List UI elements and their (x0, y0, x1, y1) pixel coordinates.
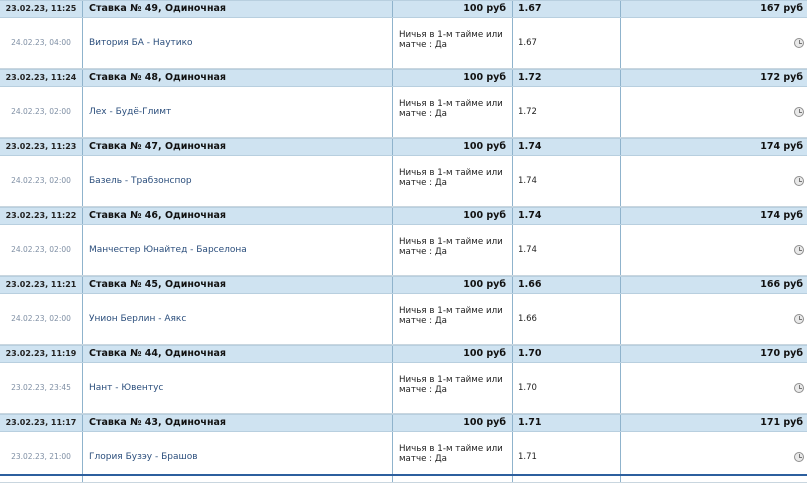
bet-status (620, 87, 807, 137)
bet-block: 23.02.23, 11:22 Ставка № 46, Одиночная 100… (0, 207, 807, 276)
event-name[interactable]: Витория БА - Наутико (82, 18, 392, 68)
bet-detail-row: 23.02.23, 23:45 Нант - Ювентус Ничья в 1-м… (0, 363, 807, 414)
event-odds: 1.74 (512, 225, 620, 275)
event-name[interactable]: Манчестер Юнайтед - Барселона (82, 225, 392, 275)
clock-icon (794, 314, 804, 324)
bet-header-row[interactable]: 23.02.23, 11:23 Ставка № 47, Одиночная 100… (0, 138, 807, 156)
bet-status (620, 225, 807, 275)
bet-placed-date: 23.02.23, 11:23 (5, 142, 77, 151)
event-name[interactable]: Унион Берлин - Аякс (82, 294, 392, 344)
bet-outcome: Ничья в 1-м тайме или матче : Да (392, 156, 512, 206)
bet-block: 23.02.23, 11:19 Ставка № 44, Одиночная 100… (0, 345, 807, 414)
bet-header-row[interactable]: 23.02.23, 11:22 Ставка № 46, Одиночная 100… (0, 207, 807, 225)
bet-detail-row: 24.02.23, 02:00 Базель - Трабзонспор Ничья… (0, 156, 807, 207)
bet-title[interactable]: Ставка № 48, Одиночная (82, 70, 392, 86)
bet-stake: 100 руб (392, 415, 512, 431)
bet-title[interactable]: Ставка № 46, Одиночная (82, 208, 392, 224)
bet-title[interactable]: Ставка № 44, Одиночная (82, 346, 392, 362)
event-odds: 1.70 (512, 363, 620, 413)
bet-placed-date: 23.02.23, 11:22 (5, 211, 77, 220)
bet-odds: 1.74 (512, 139, 620, 155)
bet-stake: 100 руб (392, 277, 512, 293)
bet-odds: 1.71 (512, 415, 620, 431)
bet-title[interactable]: Ставка № 47, Одиночная (82, 139, 392, 155)
bet-header-row[interactable]: 23.02.23, 11:21 Ставка № 45, Одиночная 100… (0, 276, 807, 294)
match-date: 24.02.23, 02:00 (11, 314, 71, 323)
bet-potential-win: 174 руб (620, 139, 807, 155)
bet-block: 23.02.23, 11:24 Ставка № 48, Одиночная 100… (0, 69, 807, 138)
bet-block: 23.02.23, 11:25 Ставка № 49, Одиночная 100… (0, 0, 807, 69)
bet-potential-win: 172 руб (620, 70, 807, 86)
bet-stake: 100 руб (392, 70, 512, 86)
bet-outcome: Ничья в 1-м тайме или матче : Да (392, 363, 512, 413)
event-name[interactable]: Лех - Будё-Глимт (82, 87, 392, 137)
bet-outcome: Ничья в 1-м тайме или матче : Да (392, 87, 512, 137)
clock-icon (794, 452, 804, 462)
bet-status (620, 156, 807, 206)
bet-block: 23.02.23, 11:17 Ставка № 43, Одиночная 100… (0, 414, 807, 483)
bet-potential-win: 166 руб (620, 277, 807, 293)
bet-block: 23.02.23, 11:21 Ставка № 45, Одиночная 100… (0, 276, 807, 345)
clock-icon (794, 107, 804, 117)
bet-outcome: Ничья в 1-м тайме или матче : Да (392, 225, 512, 275)
bet-odds: 1.67 (512, 1, 620, 17)
bet-status (620, 363, 807, 413)
clock-icon (794, 245, 804, 255)
bet-outcome: Ничья в 1-м тайме или матче : Да (392, 18, 512, 68)
bet-odds: 1.72 (512, 70, 620, 86)
bet-detail-row: 24.02.23, 04:00 Витория БА - Наутико Ничья… (0, 18, 807, 69)
clock-icon (794, 176, 804, 186)
bet-outcome: Ничья в 1-м тайме или матче : Да (392, 294, 512, 344)
clock-icon (794, 38, 804, 48)
event-odds: 1.72 (512, 87, 620, 137)
bet-block: 23.02.23, 11:23 Ставка № 47, Одиночная 100… (0, 138, 807, 207)
bet-placed-date: 23.02.23, 11:25 (5, 4, 77, 13)
bet-header-row[interactable]: 23.02.23, 11:25 Ставка № 49, Одиночная 100… (0, 0, 807, 18)
bet-detail-row: 24.02.23, 02:00 Лех - Будё-Глимт Ничья в 1… (0, 87, 807, 138)
clock-icon (794, 383, 804, 393)
bet-history-table: 23.02.23, 11:25 Ставка № 49, Одиночная 100… (0, 0, 807, 483)
bet-potential-win: 171 руб (620, 415, 807, 431)
bet-placed-date: 23.02.23, 11:21 (5, 280, 77, 289)
bet-potential-win: 174 руб (620, 208, 807, 224)
match-date: 23.02.23, 23:45 (11, 383, 71, 392)
bet-status (620, 294, 807, 344)
event-name[interactable]: Нант - Ювентус (82, 363, 392, 413)
event-name[interactable]: Базель - Трабзонспор (82, 156, 392, 206)
match-date: 24.02.23, 04:00 (11, 38, 71, 47)
match-date: 24.02.23, 02:00 (11, 107, 71, 116)
match-date: 24.02.23, 02:00 (11, 245, 71, 254)
bet-header-row[interactable]: 23.02.23, 11:19 Ставка № 44, Одиночная 100… (0, 345, 807, 363)
bet-odds: 1.74 (512, 208, 620, 224)
bet-stake: 100 руб (392, 346, 512, 362)
event-odds: 1.66 (512, 294, 620, 344)
bet-title[interactable]: Ставка № 45, Одиночная (82, 277, 392, 293)
bet-odds: 1.70 (512, 346, 620, 362)
bet-potential-win: 167 руб (620, 1, 807, 17)
event-odds: 1.74 (512, 156, 620, 206)
bet-header-row[interactable]: 23.02.23, 11:24 Ставка № 48, Одиночная 100… (0, 69, 807, 87)
bet-title[interactable]: Ставка № 49, Одиночная (82, 1, 392, 17)
bet-detail-row: 24.02.23, 02:00 Манчестер Юнайтед - Барсе… (0, 225, 807, 276)
bet-title[interactable]: Ставка № 43, Одиночная (82, 415, 392, 431)
bet-placed-date: 23.02.23, 11:19 (5, 349, 77, 358)
bet-stake: 100 руб (392, 208, 512, 224)
bet-status (620, 18, 807, 68)
bet-header-row[interactable]: 23.02.23, 11:17 Ставка № 43, Одиночная 100… (0, 414, 807, 432)
match-date: 24.02.23, 02:00 (11, 176, 71, 185)
bet-stake: 100 руб (392, 139, 512, 155)
bet-placed-date: 23.02.23, 11:24 (5, 73, 77, 82)
bet-odds: 1.66 (512, 277, 620, 293)
bet-detail-row: 24.02.23, 02:00 Унион Берлин - Аякс Ничья … (0, 294, 807, 345)
bet-potential-win: 170 руб (620, 346, 807, 362)
bet-stake: 100 руб (392, 1, 512, 17)
event-odds: 1.67 (512, 18, 620, 68)
bet-placed-date: 23.02.23, 11:17 (5, 418, 77, 427)
